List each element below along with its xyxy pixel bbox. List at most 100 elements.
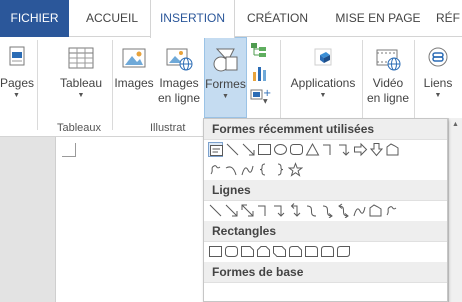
online-images-label-2: en ligne bbox=[157, 91, 201, 105]
recent-shapes-row-1 bbox=[204, 140, 447, 160]
liens-label: Liens bbox=[423, 76, 453, 90]
arrow-line-shape-icon[interactable] bbox=[224, 203, 239, 218]
group-separator bbox=[280, 40, 281, 130]
shapes-dropdown: Formes récemment utilisées Lignes Rectan… bbox=[203, 118, 448, 302]
tab-fichier[interactable]: FICHIER bbox=[0, 0, 69, 37]
online-picture-icon bbox=[165, 46, 193, 72]
online-video-label-2: en ligne bbox=[366, 91, 410, 105]
arc-shape-icon[interactable] bbox=[224, 162, 239, 177]
freeform-shape-icon[interactable] bbox=[385, 142, 400, 157]
left-brace-shape-icon[interactable] bbox=[256, 162, 271, 177]
shapes-icon bbox=[212, 47, 240, 73]
online-video-button[interactable]: Vidéo en ligne bbox=[364, 37, 412, 106]
online-images-label-1: Images bbox=[159, 76, 199, 90]
tab-mise-en-page[interactable]: MISE EN PAGE bbox=[328, 0, 428, 37]
lines-row bbox=[204, 201, 447, 221]
snip-single-corner-rectangle-shape-icon[interactable] bbox=[240, 244, 255, 259]
scribble-shape-icon[interactable] bbox=[208, 162, 223, 177]
online-images-button[interactable]: Images en ligne bbox=[156, 37, 202, 106]
pages-label: Pages bbox=[0, 76, 35, 90]
chevron-down-icon: ▼ bbox=[77, 92, 85, 99]
down-arrow-shape-icon[interactable] bbox=[369, 142, 384, 157]
round-diagonal-rectangle-shape-icon[interactable] bbox=[336, 244, 351, 259]
curve-shape-icon[interactable] bbox=[352, 203, 367, 218]
curve-shape-icon[interactable] bbox=[240, 162, 255, 177]
online-video-label-1: Vidéo bbox=[372, 76, 404, 90]
tableau-button[interactable]: Tableau ▼ bbox=[56, 37, 106, 101]
snip-round-rectangle-shape-icon[interactable] bbox=[288, 244, 303, 259]
arrow-line-shape-icon[interactable] bbox=[241, 142, 256, 157]
svg-text:▼: ▼ bbox=[263, 98, 268, 105]
elbow-double-arrow-connector-shape-icon[interactable] bbox=[288, 203, 303, 218]
elbow-arrow-connector-shape-icon[interactable] bbox=[272, 203, 287, 218]
scribble-shape-icon[interactable] bbox=[384, 203, 399, 218]
chart-icon[interactable] bbox=[249, 63, 271, 85]
snip-same-side-rectangle-shape-icon[interactable] bbox=[256, 244, 271, 259]
video-icon bbox=[374, 46, 402, 72]
images-button[interactable]: Images bbox=[114, 37, 154, 91]
snip-diagonal-rectangle-shape-icon[interactable] bbox=[272, 244, 287, 259]
group-label-illustrations: Illustrat bbox=[150, 122, 186, 134]
oval-shape-icon[interactable] bbox=[273, 142, 288, 157]
tab-creation[interactable]: CRÉATION bbox=[240, 0, 315, 37]
chevron-down-icon: ▼ bbox=[13, 92, 20, 99]
picture-icon bbox=[120, 46, 148, 72]
table-icon bbox=[67, 46, 95, 72]
round-single-corner-rectangle-shape-icon[interactable] bbox=[304, 244, 319, 259]
section-recent-shapes: Formes récemment utilisées bbox=[204, 119, 447, 140]
rounded-rectangle-shape-icon[interactable] bbox=[289, 142, 304, 157]
group-separator bbox=[414, 40, 415, 130]
applications-label: Applications bbox=[290, 76, 356, 90]
vertical-scrollbar[interactable]: ▲ bbox=[448, 118, 462, 302]
applications-button[interactable]: Applications ▼ bbox=[284, 37, 362, 101]
elbow-connector-shape-icon[interactable] bbox=[256, 203, 271, 218]
star-shape-icon[interactable] bbox=[288, 162, 303, 177]
group-separator bbox=[112, 40, 113, 130]
curved-connector-shape-icon[interactable] bbox=[304, 203, 319, 218]
rounded-rectangle-shape-icon[interactable] bbox=[224, 244, 239, 259]
small-icon-column: + ▼ bbox=[249, 41, 271, 107]
tableau-label: Tableau bbox=[59, 76, 103, 90]
chevron-down-icon: ▼ bbox=[222, 93, 229, 100]
curved-double-arrow-connector-shape-icon[interactable] bbox=[336, 203, 351, 218]
rectangles-row bbox=[204, 242, 447, 262]
elbow-arrow-connector-shape-icon[interactable] bbox=[337, 142, 352, 157]
group-separator bbox=[37, 40, 38, 130]
text-box-shape-icon[interactable] bbox=[208, 142, 223, 157]
tab-references[interactable]: RÉF bbox=[436, 0, 462, 37]
document-page[interactable] bbox=[55, 137, 215, 302]
right-brace-shape-icon[interactable] bbox=[272, 162, 287, 177]
liens-button[interactable]: Liens ▼ bbox=[418, 37, 458, 101]
images-label: Images bbox=[114, 76, 154, 90]
link-icon bbox=[424, 46, 452, 72]
screenshot-icon[interactable]: + ▼ bbox=[249, 85, 271, 107]
triangle-shape-icon[interactable] bbox=[305, 142, 320, 157]
formes-label: Formes bbox=[205, 77, 246, 91]
double-arrow-line-shape-icon[interactable] bbox=[240, 203, 255, 218]
scroll-up-icon[interactable]: ▲ bbox=[449, 118, 462, 132]
group-label-tableaux: Tableaux bbox=[57, 122, 102, 134]
section-rectangles: Rectangles bbox=[204, 221, 447, 242]
tab-insertion[interactable]: INSERTION bbox=[150, 0, 235, 38]
formes-button[interactable]: Formes ▼ bbox=[204, 37, 247, 118]
line-shape-icon[interactable] bbox=[208, 203, 223, 218]
smartart-icon[interactable] bbox=[249, 41, 271, 63]
rectangle-shape-icon[interactable] bbox=[257, 142, 272, 157]
recent-shapes-row-2 bbox=[204, 160, 447, 180]
line-shape-icon[interactable] bbox=[225, 142, 240, 157]
section-basic-shapes: Formes de base bbox=[204, 262, 447, 283]
chevron-down-icon: ▼ bbox=[319, 92, 327, 99]
round-same-side-rectangle-shape-icon[interactable] bbox=[320, 244, 335, 259]
store-icon bbox=[309, 46, 337, 72]
section-lines: Lignes bbox=[204, 180, 447, 201]
freeform-shape-icon[interactable] bbox=[368, 203, 383, 218]
pages-icon bbox=[3, 46, 31, 72]
elbow-connector-shape-icon[interactable] bbox=[321, 142, 336, 157]
right-arrow-shape-icon[interactable] bbox=[353, 142, 368, 157]
rectangle-shape-icon[interactable] bbox=[208, 244, 223, 259]
curved-arrow-connector-shape-icon[interactable] bbox=[320, 203, 335, 218]
group-separator bbox=[362, 40, 363, 130]
pages-button[interactable]: Pages ▼ bbox=[0, 37, 35, 101]
tab-accueil[interactable]: ACCUEIL bbox=[77, 0, 147, 37]
chevron-down-icon: ▼ bbox=[434, 92, 442, 99]
